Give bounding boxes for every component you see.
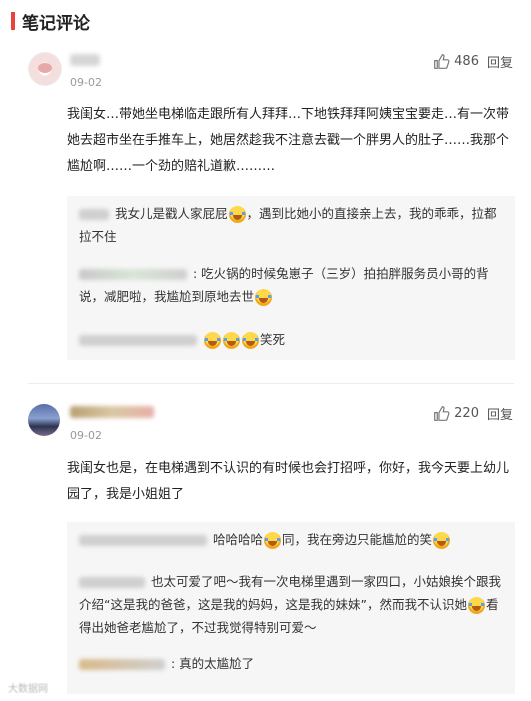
- reply-item: 也太可爱了吧～我有一次电梯里遇到一家四口，小姑娘挨个跟我介绍“这是我的爸爸，这是…: [79, 570, 507, 639]
- crying-laugh-emoji-icon: [228, 206, 246, 223]
- reply-text: : 真的太尴尬了: [171, 656, 255, 671]
- crying-laugh-emoji-icon: [255, 289, 273, 306]
- thumbs-up-icon: [434, 406, 450, 421]
- section-header: 笔记评论: [0, 0, 531, 42]
- reply-username[interactable]: [79, 659, 165, 670]
- reply-list: 哈哈哈哈 同，我在旁边只能尴尬的笑 也太可爱了吧～我有一次电梯里遇到一家四口，小姑…: [67, 522, 515, 694]
- crying-laugh-emoji-icon: [204, 332, 221, 349]
- reply-text: 哈哈哈哈: [213, 532, 264, 547]
- reply-text: 我女儿是戳人家屁屁: [115, 206, 228, 221]
- reply-text: 笑死: [260, 332, 286, 347]
- crying-laugh-emoji-icon: [467, 597, 485, 614]
- reply-item: 笑死: [79, 328, 507, 351]
- thumbs-up-icon: [434, 54, 450, 69]
- username[interactable]: [70, 406, 154, 418]
- comment-date: 09-02: [70, 76, 102, 89]
- like-button[interactable]: 486 回复: [433, 52, 513, 71]
- crying-laugh-emoji-icon: [223, 332, 240, 349]
- crying-laugh-emoji-icon: [264, 532, 282, 549]
- watermark-text: 大数据网: [8, 684, 48, 695]
- reply-item: : 吃火锅的时候兔崽子（三岁）拍拍胖服务员小哥的背说，减肥啦，我尴尬到原地去世: [79, 262, 507, 308]
- comment-date: 09-02: [70, 429, 102, 442]
- reply-button[interactable]: 回复: [487, 404, 513, 423]
- like-count: 220: [454, 406, 479, 421]
- reply-username[interactable]: [79, 577, 145, 588]
- comment-text: 我闺女…带她坐电梯临走跟所有人拜拜…下地铁拜拜阿姨宝宝要走…有一次带她去超市坐在…: [67, 107, 510, 174]
- reply-username[interactable]: [79, 535, 207, 546]
- crying-laugh-emoji-icon: [242, 332, 259, 349]
- reply-list: 我女儿是戳人家屁屁 ，遇到比她小的直接亲上去，我的乖乖，拉都拉不住 : 吃火锅的时…: [67, 196, 515, 360]
- avatar[interactable]: [28, 404, 60, 436]
- comment-text: 我闺女也是，在电梯遇到不认识的有时候也会打招呼，你好，我今天要上幼儿园了，我是小…: [67, 461, 510, 502]
- watermark: 大数据网: [8, 680, 48, 695]
- reply-text-cont: 同，我在旁边只能尴尬的笑: [282, 532, 433, 547]
- reply-button[interactable]: 回复: [487, 52, 513, 71]
- crying-laugh-emoji-icon: [433, 532, 451, 549]
- avatar[interactable]: [28, 52, 62, 86]
- reply-username[interactable]: [79, 335, 197, 346]
- like-button[interactable]: 220 回复: [433, 404, 513, 423]
- reply-username[interactable]: [79, 269, 187, 280]
- reply-item: 我女儿是戳人家屁屁 ，遇到比她小的直接亲上去，我的乖乖，拉都拉不住: [79, 202, 507, 248]
- comment-divider: [28, 383, 514, 384]
- reply-item: : 真的太尴尬了: [79, 652, 507, 675]
- username[interactable]: [70, 54, 100, 66]
- reply-item: 哈哈哈哈 同，我在旁边只能尴尬的笑: [79, 528, 507, 551]
- section-title: 笔记评论: [22, 14, 90, 34]
- like-count: 486: [454, 54, 479, 69]
- accent-bar: [11, 12, 15, 30]
- reply-username[interactable]: [79, 209, 109, 220]
